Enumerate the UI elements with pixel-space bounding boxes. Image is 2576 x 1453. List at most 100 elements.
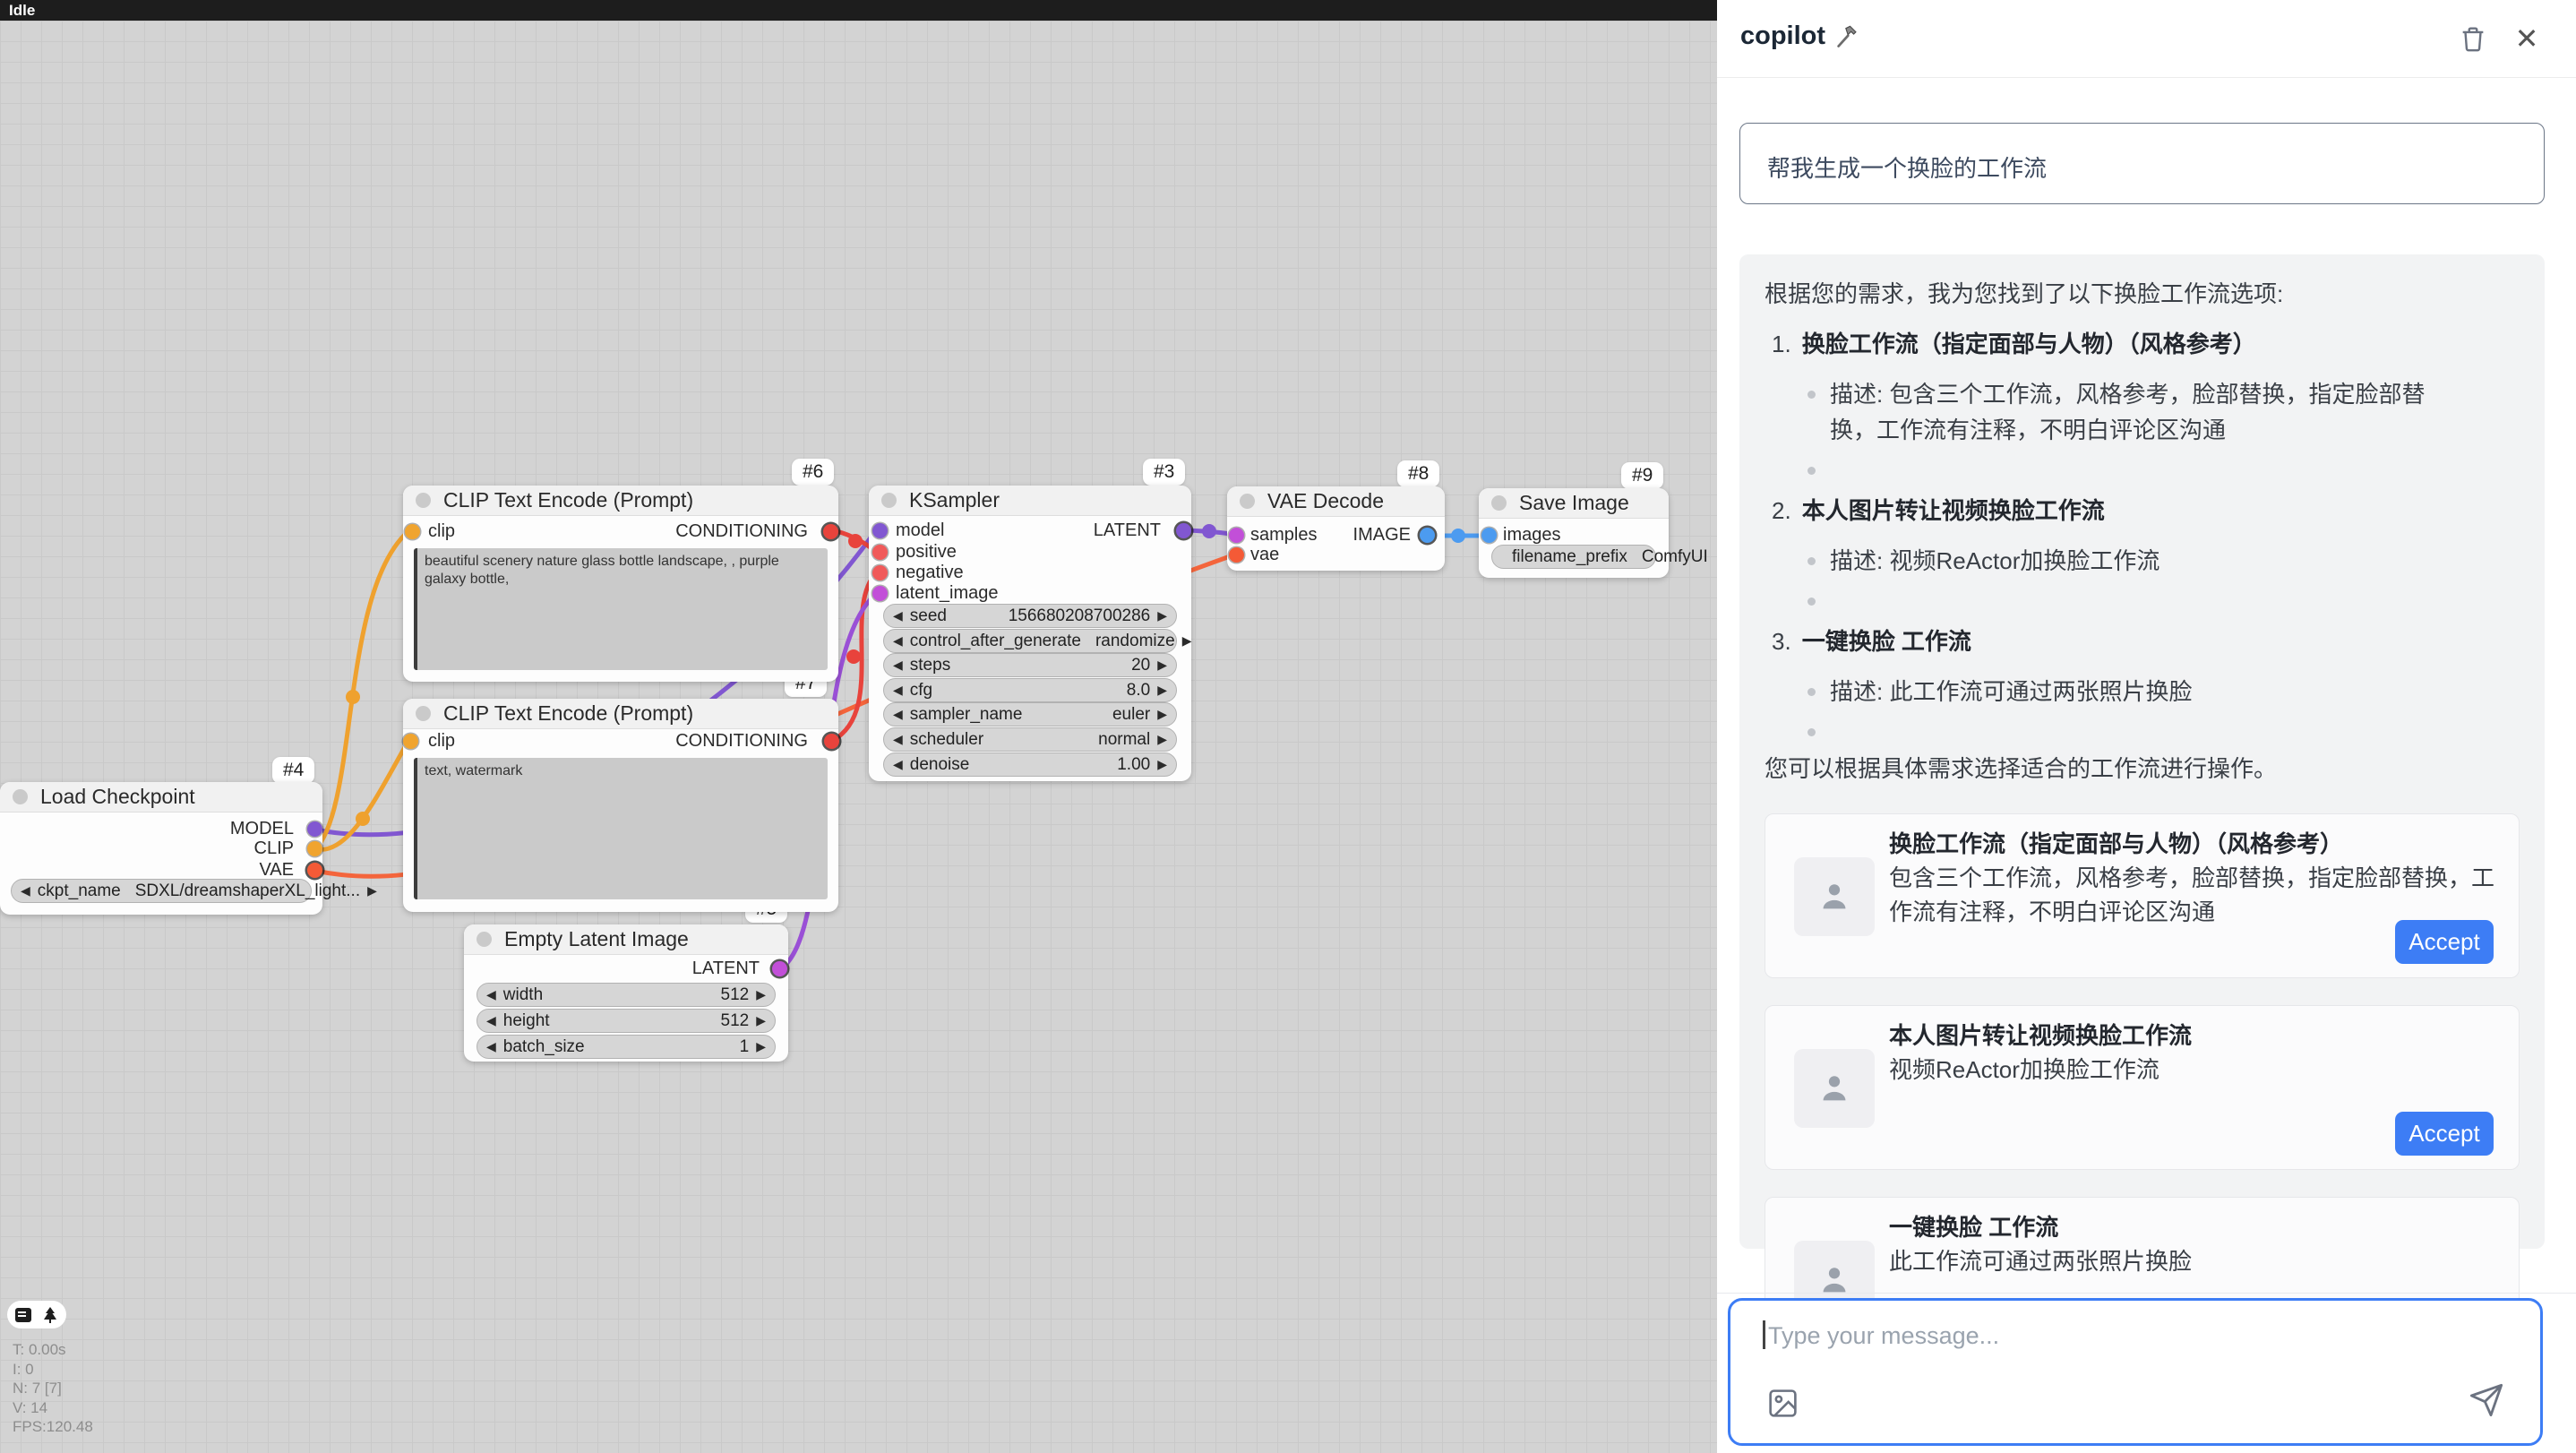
item-description: 描述: 此工作流可通过两张照片换脸 [1807,674,2520,709]
collapse-dot-icon[interactable] [13,789,28,804]
reroute-dot[interactable] [1202,524,1216,538]
node-ksampler[interactable]: KSampler model positive negative latent_… [869,486,1191,781]
widget-left-arrow-icon[interactable]: ◀ [893,732,903,747]
input-port-negative[interactable] [872,565,888,580]
node-header[interactable]: VAE Decode [1227,486,1445,517]
widget-right-arrow-icon[interactable]: ▶ [756,1039,766,1054]
output-port-model[interactable] [307,821,322,837]
output-port-conditioning[interactable] [824,734,839,749]
widget-right-arrow-icon[interactable]: ▶ [1157,757,1167,772]
input-port-vae[interactable] [1229,547,1244,563]
output-port-latent[interactable] [1176,523,1191,538]
node-load-checkpoint[interactable]: Load Checkpoint MODEL CLIP VAE ◀ ckpt_na… [0,782,322,915]
batch-size-widget[interactable]: ◀ batch_size 1 ▶ [477,1035,776,1059]
widget-left-arrow-icon[interactable]: ◀ [893,633,903,649]
widget-right-arrow-icon[interactable]: ▶ [367,883,377,898]
reroute-dot[interactable] [346,690,360,704]
sampler-name-widget[interactable]: ◀ sampler_name euler ▶ [883,702,1177,726]
widget-label: batch_size [503,1037,585,1057]
widget-right-arrow-icon[interactable]: ▶ [756,987,766,1002]
collapse-dot-icon[interactable] [416,706,431,721]
node-clip-text-encode-negative[interactable]: CLIP Text Encode (Prompt) clip CONDITION… [403,699,838,912]
collapse-dot-icon[interactable] [881,493,897,508]
cfg-widget[interactable]: ◀ cfg 8.0 ▶ [883,678,1177,702]
output-label: VAE [259,860,294,881]
control-after-generate-widget[interactable]: ◀ control_after_generate randomize ▶ [883,629,1177,653]
node-save-image[interactable]: Save Image images filename_prefix ComfyU… [1479,488,1669,578]
wire-clip-positive [315,531,408,849]
input-port-images[interactable] [1481,528,1497,543]
user-message-bubble: 帮我生成一个换脸的工作流 [1739,123,2545,204]
prompt-textarea[interactable]: text, watermark [414,758,828,899]
widget-left-arrow-icon[interactable]: ◀ [893,707,903,722]
widget-value: randomize [1095,632,1175,651]
collapse-dot-icon[interactable] [477,932,492,947]
widget-value: 512 [721,985,750,1005]
input-port-samples[interactable] [1229,528,1244,543]
widget-right-arrow-icon[interactable]: ▶ [1157,658,1167,673]
output-port-vae[interactable] [307,863,322,878]
widget-right-arrow-icon[interactable]: ▶ [1157,732,1167,747]
seed-widget[interactable]: ◀ seed 156680208700286 ▶ [883,604,1177,628]
reroute-dot[interactable] [848,534,863,548]
widget-right-arrow-icon[interactable]: ▶ [1157,683,1167,698]
workflow-list-icon[interactable] [14,1306,32,1324]
widget-right-arrow-icon[interactable]: ▶ [756,1013,766,1028]
node-graph-canvas[interactable]: Idle #4 #6 #7 #3 #8 #9 #5 Load Checkpoin… [0,0,1717,1453]
scheduler-widget[interactable]: ◀ scheduler normal ▶ [883,727,1177,752]
node-header[interactable]: CLIP Text Encode (Prompt) [403,699,838,729]
item-title: 一键换脸 工作流 [1802,623,1971,659]
steps-widget[interactable]: ◀ steps 20 ▶ [883,653,1177,677]
node-tree-icon[interactable] [41,1306,59,1324]
filename-prefix-widget[interactable]: filename_prefix ComfyUI [1491,545,1656,569]
reroute-dot[interactable] [1451,529,1465,543]
height-widget[interactable]: ◀ height 512 ▶ [477,1009,776,1033]
reroute-dot[interactable] [846,649,861,664]
node-header[interactable]: Load Checkpoint [0,782,322,812]
accept-button[interactable]: Accept [2395,920,2494,964]
output-port-latent[interactable] [772,961,787,976]
message-input[interactable]: Type your message... [1728,1298,2543,1446]
output-port-image[interactable] [1420,528,1435,543]
input-port-positive[interactable] [872,545,888,560]
accept-button[interactable]: Accept [2395,1112,2494,1156]
node-header[interactable]: Empty Latent Image [464,924,788,955]
widget-left-arrow-icon[interactable]: ◀ [893,658,903,673]
input-port-model[interactable] [872,523,888,538]
prompt-textarea[interactable]: beautiful scenery nature glass bottle la… [414,548,828,670]
widget-right-arrow-icon[interactable]: ▶ [1182,633,1192,649]
widget-value: 20 [1131,656,1150,675]
input-label: latent_image [896,583,999,604]
input-port-latent-image[interactable] [872,586,888,601]
node-header[interactable]: KSampler [869,486,1191,516]
node-vae-decode[interactable]: VAE Decode samples vae IMAGE [1227,486,1445,571]
widget-right-arrow-icon[interactable]: ▶ [1157,608,1167,623]
widget-left-arrow-icon[interactable]: ◀ [486,987,496,1002]
trash-icon[interactable] [2458,23,2488,54]
widget-left-arrow-icon[interactable]: ◀ [893,683,903,698]
node-header[interactable]: Save Image [1479,488,1669,519]
denoise-widget[interactable]: ◀ denoise 1.00 ▶ [883,752,1177,777]
widget-left-arrow-icon[interactable]: ◀ [486,1039,496,1054]
widget-right-arrow-icon[interactable]: ▶ [1157,707,1167,722]
ckpt-name-widget[interactable]: ◀ ckpt_name SDXL/dreamshaperXL_light... … [11,879,312,903]
node-header[interactable]: CLIP Text Encode (Prompt) [403,486,838,516]
reroute-dot[interactable] [356,812,370,826]
node-clip-text-encode-positive[interactable]: CLIP Text Encode (Prompt) clip CONDITION… [403,486,838,682]
send-icon[interactable] [2469,1382,2504,1418]
widget-left-arrow-icon[interactable]: ◀ [893,608,903,623]
width-widget[interactable]: ◀ width 512 ▶ [477,983,776,1007]
output-port-conditioning[interactable] [823,524,838,539]
input-port-clip[interactable] [403,734,418,749]
collapse-dot-icon[interactable] [416,493,431,508]
collapse-dot-icon[interactable] [1491,495,1507,511]
attach-image-icon[interactable] [1766,1387,1799,1420]
input-port-clip[interactable] [405,524,420,539]
node-empty-latent-image[interactable]: Empty Latent Image LATENT ◀ width 512 ▶ … [464,924,788,1062]
widget-left-arrow-icon[interactable]: ◀ [486,1013,496,1028]
collapse-dot-icon[interactable] [1240,494,1255,509]
widget-left-arrow-icon[interactable]: ◀ [893,757,903,772]
close-icon[interactable]: ✕ [2512,23,2542,54]
widget-left-arrow-icon[interactable]: ◀ [21,883,30,898]
output-port-clip[interactable] [307,841,322,856]
